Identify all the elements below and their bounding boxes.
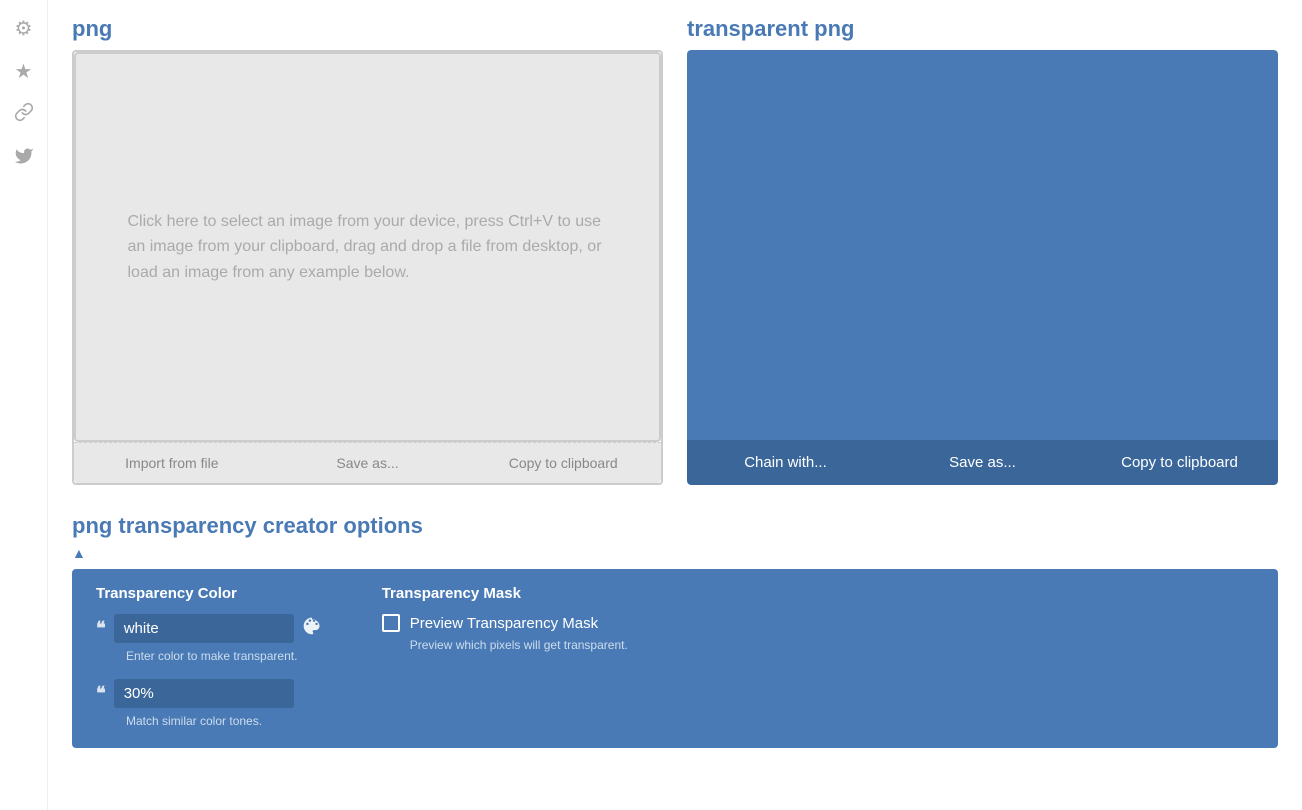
options-section: png transparency creator options ▲ Trans… bbox=[72, 513, 1278, 748]
transparent-preview-area bbox=[687, 50, 1278, 440]
transparency-mask-group: Transparency Mask Preview Transparency M… bbox=[382, 585, 628, 728]
tolerance-quote-icon: ❝ bbox=[96, 683, 106, 704]
png-save-as-button[interactable]: Save as... bbox=[270, 443, 466, 483]
transparent-copy-clipboard-button[interactable]: Copy to clipboard bbox=[1081, 440, 1278, 485]
transparent-panel: transparent png Chain with... Save as...… bbox=[687, 16, 1278, 485]
link-icon[interactable] bbox=[14, 102, 34, 128]
preview-mask-row: Preview Transparency Mask bbox=[382, 614, 628, 632]
transparent-title: transparent png bbox=[687, 16, 1278, 42]
transparent-save-as-button[interactable]: Save as... bbox=[884, 440, 1081, 485]
transparent-actions: Chain with... Save as... Copy to clipboa… bbox=[687, 440, 1278, 485]
preview-mask-checkbox[interactable] bbox=[382, 614, 400, 632]
transparency-color-label: Transparency Color bbox=[96, 585, 322, 602]
tolerance-input-field[interactable] bbox=[114, 679, 294, 708]
import-from-file-button[interactable]: Import from file bbox=[74, 443, 270, 483]
transparency-mask-label: Transparency Mask bbox=[382, 585, 628, 602]
gear-icon[interactable]: ⚙ bbox=[15, 16, 33, 41]
options-title: png transparency creator options bbox=[72, 513, 423, 545]
color-input-hint: Enter color to make transparent. bbox=[126, 649, 322, 663]
color-quote-icon: ❝ bbox=[96, 618, 106, 639]
image-drop-area[interactable]: Click here to select an image from your … bbox=[74, 52, 661, 442]
preview-mask-hint: Preview which pixels will get transparen… bbox=[410, 638, 628, 652]
png-copy-clipboard-button[interactable]: Copy to clipboard bbox=[465, 443, 661, 483]
palette-icon[interactable] bbox=[302, 616, 322, 641]
png-panel: png Click here to select an image from y… bbox=[72, 16, 663, 485]
tolerance-hint: Match similar color tones. bbox=[126, 714, 322, 728]
tolerance-input-row: ❝ bbox=[96, 679, 322, 708]
chain-with-button[interactable]: Chain with... bbox=[687, 440, 884, 485]
twitter-icon[interactable] bbox=[14, 146, 34, 172]
preview-mask-checkbox-label: Preview Transparency Mask bbox=[410, 615, 598, 632]
png-title: png bbox=[72, 16, 663, 42]
sidebar: ⚙ ★ bbox=[0, 0, 48, 810]
png-actions: Import from file Save as... Copy to clip… bbox=[74, 442, 661, 483]
options-arrow: ▲ bbox=[72, 545, 1278, 561]
color-input-field[interactable] bbox=[114, 614, 294, 643]
top-panels: png Click here to select an image from y… bbox=[72, 16, 1278, 485]
color-input-row: ❝ bbox=[96, 614, 322, 643]
transparency-color-group: Transparency Color ❝ Enter color to make… bbox=[96, 585, 322, 728]
options-panel: Transparency Color ❝ Enter color to make… bbox=[72, 569, 1278, 748]
main-content: png Click here to select an image from y… bbox=[48, 0, 1302, 764]
star-icon[interactable]: ★ bbox=[15, 59, 33, 84]
drop-instructions: Click here to select an image from your … bbox=[128, 209, 608, 286]
